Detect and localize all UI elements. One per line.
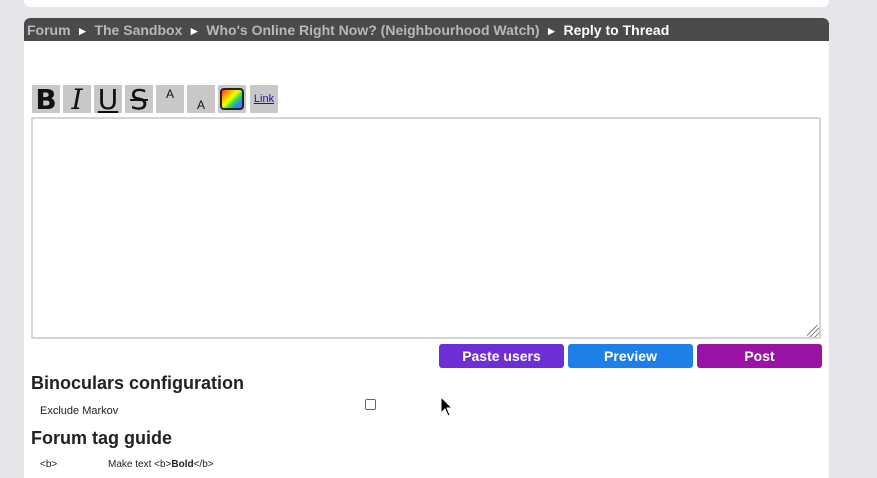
- strikethrough-button[interactable]: S: [125, 83, 153, 116]
- message-textarea[interactable]: [31, 117, 821, 339]
- tag-guide-desc-suffix: </b>: [193, 459, 214, 470]
- tag-guide-desc-prefix: Make text <b>: [108, 459, 172, 470]
- breadcrumb-current: Reply to Thread: [563, 22, 670, 38]
- breadcrumb-separator-icon: ►: [76, 24, 89, 38]
- smaller-text-button[interactable]: A: [187, 85, 215, 113]
- mouse-cursor-icon: [440, 396, 454, 417]
- tag-guide-tag: <b>: [40, 459, 58, 470]
- breadcrumb: Forum ► The Sandbox ► Who's Online Right Now…: [24, 18, 829, 41]
- breadcrumb-separator-icon: ►: [545, 24, 558, 38]
- bigger-text-button[interactable]: A: [156, 85, 184, 113]
- breadcrumb-separator-icon: ►: [188, 24, 201, 38]
- color-button[interactable]: [218, 85, 246, 113]
- italic-button[interactable]: I: [63, 83, 91, 116]
- post-button[interactable]: Post: [697, 344, 822, 368]
- breadcrumb-thread[interactable]: Who's Online Right Now? (Neighbourhood W…: [206, 22, 539, 38]
- underline-button[interactable]: U: [94, 83, 122, 116]
- exclude-markov-checkbox[interactable]: [365, 399, 376, 410]
- tag-guide-description: Make text <b>Bold</b>: [108, 459, 214, 470]
- link-button[interactable]: Link: [250, 85, 278, 113]
- color-picker-icon: [220, 88, 244, 110]
- exclude-markov-label: Exclude Markov: [40, 405, 119, 417]
- tag-guide-title: Forum tag guide: [31, 428, 172, 448]
- top-panel-edge: [24, 0, 829, 7]
- breadcrumb-forum[interactable]: Forum: [27, 22, 71, 38]
- binoculars-config-title: Binoculars configuration: [31, 373, 245, 393]
- resize-grip-icon[interactable]: [807, 325, 819, 337]
- tag-guide-desc-bold: Bold: [171, 459, 194, 470]
- breadcrumb-the-sandbox[interactable]: The Sandbox: [94, 22, 182, 38]
- bold-button[interactable]: B: [32, 83, 60, 116]
- paste-users-button[interactable]: Paste users: [439, 344, 564, 368]
- reply-panel: Forum ► The Sandbox ► Who's Online Right Now…: [24, 18, 829, 478]
- preview-button[interactable]: Preview: [568, 344, 693, 368]
